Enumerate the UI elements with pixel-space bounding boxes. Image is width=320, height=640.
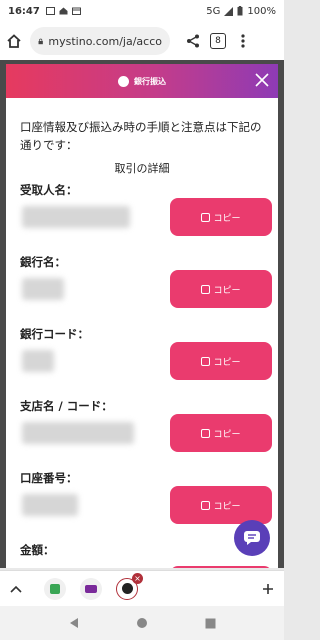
copy-icon [201, 212, 211, 222]
tab-thumbnail-active[interactable]: × [116, 572, 143, 600]
copy-button[interactable]: コピー [170, 342, 272, 380]
site-app-icon [85, 584, 97, 593]
money-app-icon [50, 583, 60, 594]
network-type: 5G [206, 5, 221, 17]
notification-icon [45, 7, 55, 15]
modal-title-text: 銀行振込 [134, 76, 166, 86]
copy-icon [201, 500, 211, 510]
account-number-value-blurred [22, 494, 78, 516]
tab-strip: × [0, 570, 284, 606]
chevron-up-icon[interactable] [10, 584, 22, 594]
bank-code-row: コピー [20, 342, 272, 392]
copy-icon [201, 284, 211, 294]
home-nav-icon[interactable] [136, 617, 148, 629]
system-nav-bar [0, 606, 284, 640]
account-number-label: 口座番号： [20, 471, 78, 485]
status-time: 16:47 [8, 5, 40, 17]
bank-logo-icon [118, 75, 129, 87]
tab-thumbnail[interactable] [80, 577, 102, 600]
add-tab-icon[interactable] [262, 583, 274, 595]
chat-button[interactable] [234, 520, 270, 556]
lock-icon [38, 38, 43, 44]
status-bar: 16:47 5G 100% [0, 0, 284, 22]
copy-button[interactable]: コピー [170, 486, 272, 524]
close-tab-icon[interactable]: × [132, 572, 143, 584]
modal-title: 銀行振込 [118, 75, 166, 87]
bank-transfer-modal: 銀行振込 口座情報及び振込み時の手順と注意点は下記の通りです： 取引の詳細 受取… [6, 64, 278, 568]
calendar-notification-icon [71, 7, 81, 15]
chat-icon [244, 531, 260, 545]
transaction-details-title: 取引の詳細 [114, 162, 170, 175]
bank-name-label: 銀行名： [20, 255, 66, 269]
menu-dots-icon[interactable] [240, 33, 246, 49]
recipient-name-value-blurred [22, 206, 130, 228]
branch-label: 支店名 / コード： [20, 399, 113, 413]
modal-header: 銀行振込 [6, 64, 278, 98]
copy-button[interactable]: コピー [170, 414, 272, 452]
signal-icon [224, 6, 234, 16]
tab-thumbnail[interactable] [44, 577, 66, 600]
branch-row: コピー [20, 414, 272, 464]
copy-icon [201, 356, 211, 366]
browser-toolbar: mystino.com/ja/acco 8 [0, 22, 284, 60]
copy-button[interactable]: コピー [170, 270, 272, 308]
recents-icon[interactable] [205, 618, 216, 629]
battery-icon [237, 6, 243, 16]
close-icon[interactable] [254, 72, 270, 88]
share-icon[interactable] [186, 34, 200, 48]
battery-level: 100% [247, 5, 276, 17]
modal-body: 口座情報及び振込み時の手順と注意点は下記の通りです： 取引の詳細 受取人名： コ… [6, 98, 278, 568]
bank-name-row: コピー [20, 270, 272, 320]
bank-code-label: 銀行コード： [20, 327, 89, 341]
copy-button[interactable]: コピー [170, 566, 272, 568]
copy-button[interactable]: コピー [170, 198, 272, 236]
home-icon[interactable] [6, 33, 22, 49]
branch-value-blurred [22, 422, 134, 444]
account-number-row: コピー [20, 486, 272, 536]
amount-row: コピー [20, 558, 272, 568]
copy-icon [201, 428, 211, 438]
bank-code-value-blurred [22, 350, 54, 372]
recipient-name-label: 受取人名： [20, 183, 78, 197]
back-icon[interactable] [69, 617, 79, 629]
url-bar[interactable]: mystino.com/ja/acco [30, 27, 170, 55]
site-favicon-icon [121, 583, 133, 594]
amount-label: 金額： [20, 543, 55, 557]
home-notification-icon [59, 7, 68, 15]
status-right: 5G 100% [206, 6, 276, 17]
notification-icons [45, 7, 81, 15]
recipient-name-row: コピー [20, 198, 272, 248]
tab-count-button[interactable]: 8 [210, 33, 226, 49]
intro-text: 口座情報及び振込み時の手順と注意点は下記の通りです： [20, 120, 262, 152]
url-text: mystino.com/ja/acco [48, 34, 162, 48]
bank-name-value-blurred [22, 278, 64, 300]
